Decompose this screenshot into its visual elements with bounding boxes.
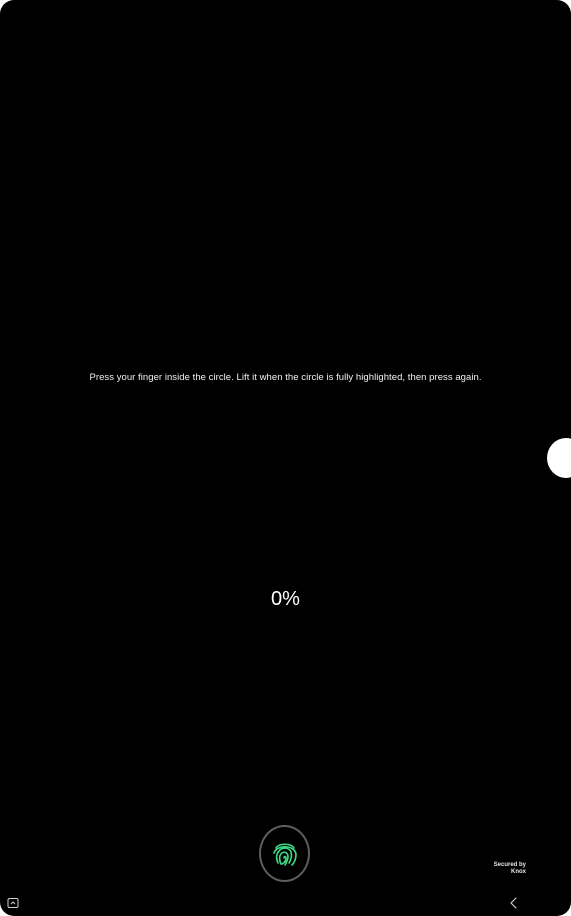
knox-line-1: Secured by (493, 862, 526, 868)
instruction-text: Press your finger inside the circle. Lif… (89, 372, 482, 383)
screenshot-icon[interactable] (7, 897, 19, 909)
fingerprint-registration-screen: Press your finger inside the circle. Lif… (0, 0, 571, 916)
knox-line-2: Knox (511, 869, 526, 875)
secured-by-knox-label: Secured by Knox (494, 862, 526, 876)
fingerprint-sensor-button[interactable] (259, 825, 310, 882)
fingerprint-icon (272, 842, 297, 866)
back-icon[interactable] (508, 896, 520, 910)
edge-panel-handle[interactable] (547, 438, 571, 478)
progress-percentage: 0% (271, 588, 300, 610)
